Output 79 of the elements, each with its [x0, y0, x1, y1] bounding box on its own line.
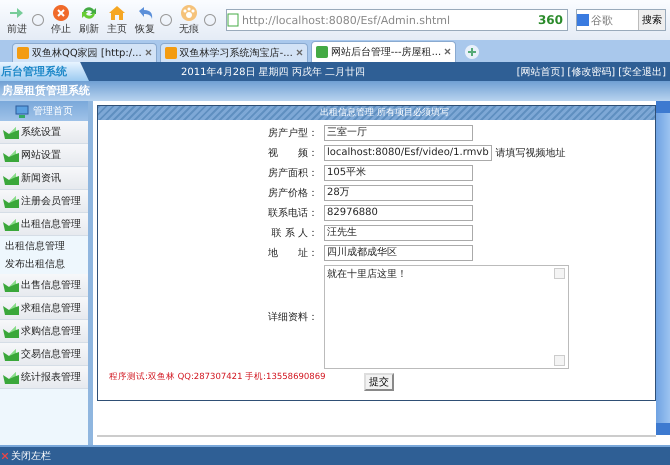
- paw-icon: [180, 4, 198, 22]
- details-textarea[interactable]: 就在十里店这里！: [324, 265, 569, 369]
- search-engine-icon: [577, 14, 589, 26]
- toolbar-button[interactable]: 恢复: [132, 4, 158, 36]
- close-icon[interactable]: [296, 48, 303, 56]
- input-field[interactable]: 82976880: [324, 205, 473, 221]
- input-field[interactable]: 28万: [324, 185, 473, 201]
- field-label: 联系电话：: [267, 206, 318, 220]
- arrow-icon: [3, 324, 19, 338]
- dropdown-icon[interactable]: [204, 14, 216, 26]
- toggle-sidebar-link[interactable]: 关闭左栏: [11, 449, 51, 464]
- address-bar[interactable]: http://localhost:8080/Esf/Admin.shtml 360: [226, 9, 568, 31]
- credit-text: 程序测试:双鱼林 QQ:287307421 手机:13558690869: [109, 371, 327, 383]
- arrow-icon: [3, 218, 19, 230]
- field-label: 详细资料：: [267, 310, 318, 324]
- submit-button[interactable]: 提交: [364, 373, 394, 391]
- new-tab-icon: [465, 45, 480, 59]
- submenu-item[interactable]: 出租信息管理: [5, 239, 88, 253]
- header-link[interactable]: [安全退出]: [618, 64, 666, 78]
- search-field[interactable]: 谷歌 搜索: [576, 9, 666, 31]
- arrow-icon: [3, 278, 19, 292]
- close-icon: [2, 453, 8, 460]
- toolbar-button[interactable]: 刷新: [76, 4, 102, 36]
- menu-item[interactable]: 交易信息管理: [0, 343, 88, 366]
- date-text: 2011年4月28日 星期四 丙戌年 二月廿四: [181, 66, 366, 78]
- input-field[interactable]: 105平米: [324, 165, 473, 181]
- submenu-item[interactable]: 发布出租信息: [5, 257, 88, 271]
- arrow-icon: [3, 194, 19, 208]
- menu-item[interactable]: 网站设置: [0, 144, 88, 167]
- menu-item[interactable]: 出租信息管理: [0, 213, 88, 236]
- arrow-icon: [3, 302, 19, 314]
- browser-tab[interactable]: 网站后台管理---房屋租...: [310, 41, 456, 62]
- tab-icon: [17, 47, 29, 59]
- computer-icon: [15, 104, 29, 118]
- input-field[interactable]: 四川成都成华区: [324, 245, 473, 261]
- dropdown-icon[interactable]: [32, 14, 44, 26]
- scrollbar[interactable]: [656, 101, 670, 436]
- toolbar-button[interactable]: 主页: [104, 4, 130, 36]
- search-button[interactable]: 搜索: [638, 10, 665, 30]
- arrow-icon: [3, 148, 19, 162]
- field-label: 房产价格：: [267, 186, 318, 200]
- page-icon: [227, 13, 239, 27]
- menu-item[interactable]: 新闻资讯: [0, 167, 88, 190]
- arrow-icon: [3, 348, 19, 360]
- field-label: 房产户型：: [267, 126, 318, 140]
- menu-item[interactable]: 系统设置: [0, 121, 88, 144]
- input-field[interactable]: 三室一厅: [324, 125, 473, 141]
- menu-item[interactable]: 出售信息管理: [0, 274, 88, 297]
- tab-icon: [316, 46, 328, 58]
- dropdown-icon[interactable]: [160, 14, 172, 26]
- panel-header: 出租信息管理 所有项目必须填写: [98, 106, 655, 120]
- field-hint: 请填写视频地址: [496, 146, 566, 160]
- toolbar-button[interactable]: 无痕: [176, 4, 202, 36]
- home-icon: [108, 4, 126, 22]
- field-label: 联 系 人：: [270, 226, 318, 240]
- app-logo: 后台管理系统: [0, 62, 89, 81]
- menu-item[interactable]: 注册会员管理: [0, 190, 88, 213]
- browser-tab[interactable]: 双鱼林QQ家园 [http:/...: [12, 43, 157, 62]
- field-label: 视 频：: [267, 146, 318, 160]
- arrow-icon: [3, 126, 19, 138]
- toolbar-button[interactable]: 前进: [4, 4, 30, 36]
- toolbar-button[interactable]: 停止: [48, 4, 74, 36]
- arrow-icon: [3, 370, 19, 384]
- close-icon[interactable]: [144, 48, 152, 56]
- browser-tab[interactable]: 双鱼林学习系统淘宝店-...: [160, 43, 308, 62]
- field-label: 房产面积：: [267, 166, 318, 180]
- system-title: 房屋租赁管理系统: [0, 81, 670, 101]
- close-icon[interactable]: [444, 48, 452, 54]
- arrow-icon: [3, 172, 19, 184]
- header-link[interactable]: [修改密码]: [567, 64, 616, 78]
- tab-icon: [164, 47, 177, 59]
- stop-icon: [52, 4, 70, 22]
- input-field[interactable]: 汪先生: [324, 225, 473, 241]
- field-label: 地 址：: [267, 246, 318, 260]
- menu-item[interactable]: 求租信息管理: [0, 297, 88, 320]
- menu-item[interactable]: 统计报表管理: [0, 366, 88, 389]
- menu-item[interactable]: 求购信息管理: [0, 320, 88, 343]
- header-link[interactable]: [网站首页]: [516, 64, 564, 78]
- input-field[interactable]: localhost:8080/Esf/video/1.rmvb: [324, 145, 492, 161]
